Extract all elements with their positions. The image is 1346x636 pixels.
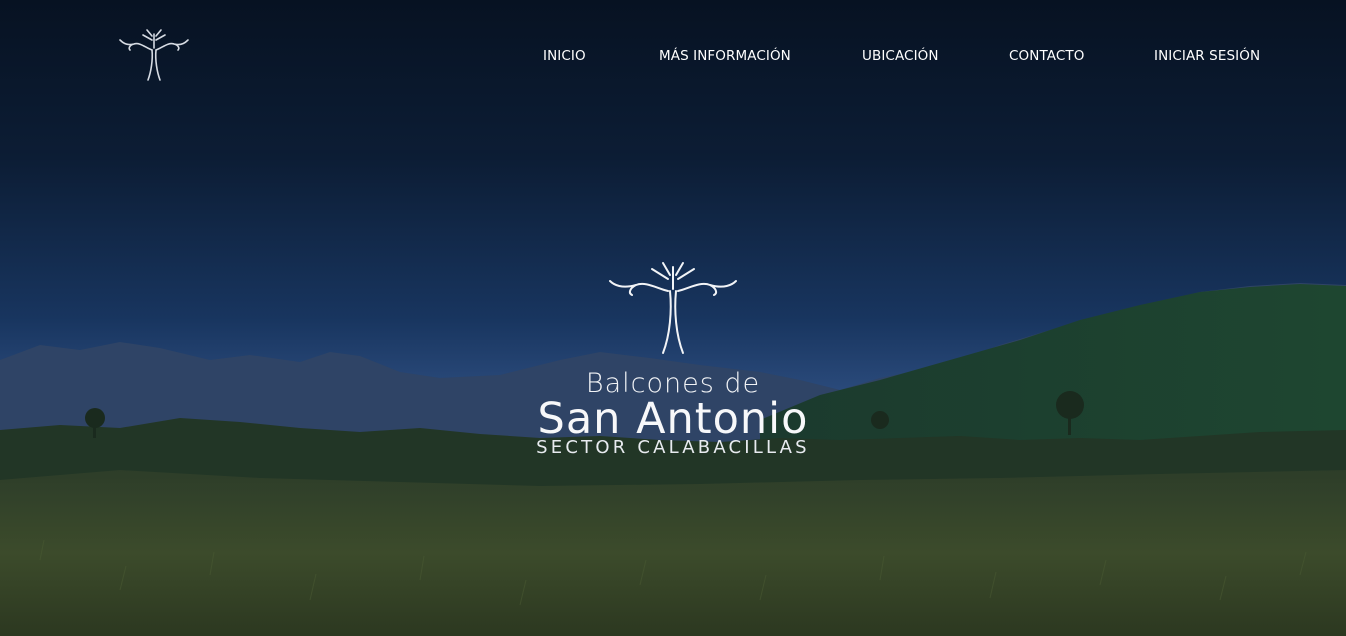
nav-item-mas-informacion[interactable]: MÁS INFORMACIÓN: [659, 48, 791, 64]
nav-item-inicio[interactable]: INICIO: [543, 48, 586, 64]
tree-emblem-icon: [609, 262, 737, 354]
hero-section: INICIO MÁS INFORMACIÓN UBICACIÓN CONTACT…: [0, 0, 1346, 636]
main-navigation: INICIO MÁS INFORMACIÓN UBICACIÓN CONTACT…: [0, 48, 1346, 68]
nav-item-ubicacion[interactable]: UBICACIÓN: [862, 48, 939, 64]
brand-sector: SECTOR CALABACILLAS: [536, 437, 810, 458]
nav-item-contacto[interactable]: CONTACTO: [1009, 48, 1084, 64]
nav-item-iniciar-sesion[interactable]: INICIAR SESIÓN: [1154, 48, 1260, 64]
